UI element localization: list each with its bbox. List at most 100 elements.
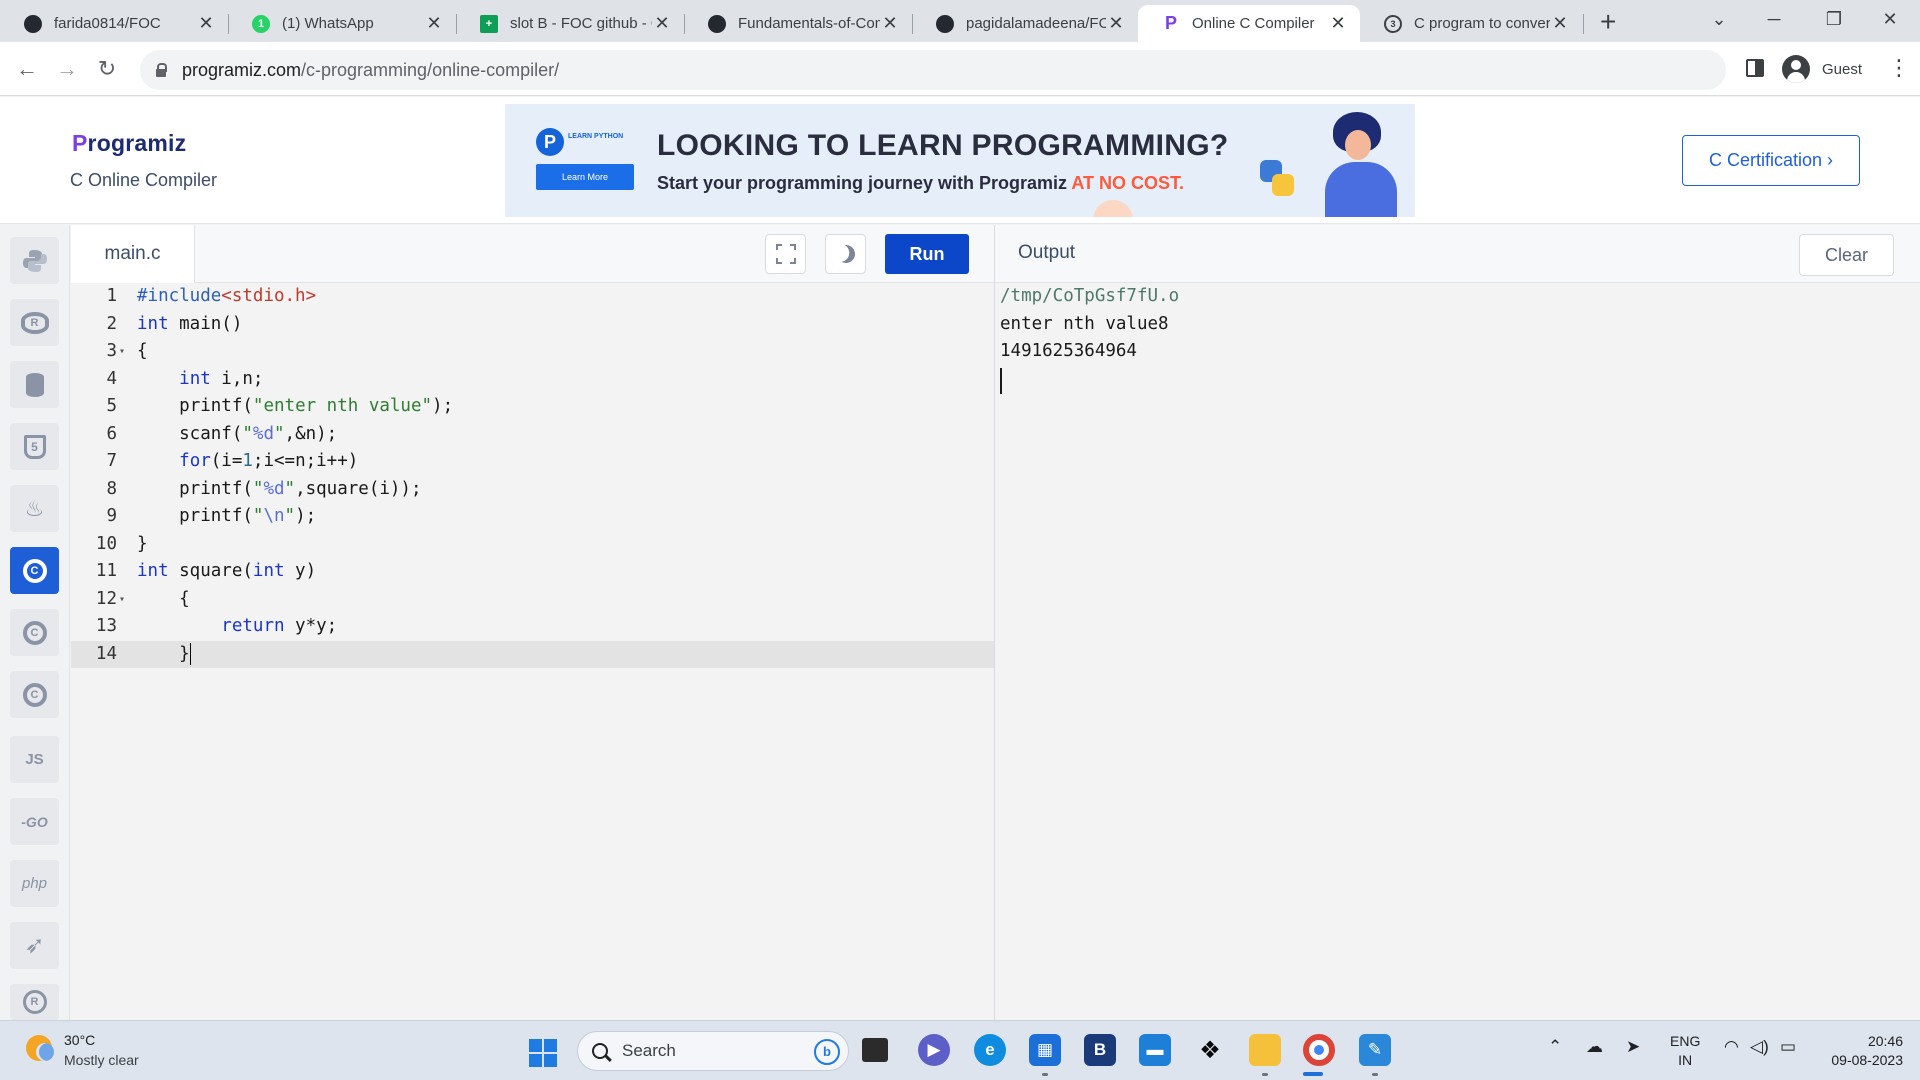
sql-lang-icon[interactable] xyxy=(10,361,59,408)
task-view-icon[interactable] xyxy=(862,1038,888,1062)
csharp-lang-icon[interactable]: C xyxy=(10,671,59,718)
close-icon[interactable]: ✕ xyxy=(880,13,900,34)
dropbox-icon[interactable]: ❖ xyxy=(1194,1034,1226,1066)
tab-search-icon[interactable]: ⌄ xyxy=(1699,4,1739,34)
code-line: 4 int i,n; xyxy=(106,368,264,389)
php-lang-icon[interactable]: php xyxy=(10,860,59,907)
moon-icon xyxy=(834,242,857,265)
onedrive-icon[interactable]: ☁ xyxy=(1586,1037,1603,1057)
code-area[interactable]: 1 #include<stdio.h> 2 int main() 3 ▾{ 4 int… xyxy=(71,283,994,668)
search-placeholder: Search xyxy=(622,1041,676,1060)
code-line: 7 for(i=1;i<=n;i++) xyxy=(106,451,359,471)
banner-headline: LOOKING TO LEARN PROGRAMMING? xyxy=(657,129,1229,162)
js-lang-icon[interactable]: JS xyxy=(10,736,59,783)
b-app-icon[interactable]: B xyxy=(1084,1034,1116,1066)
windows-start-icon[interactable] xyxy=(529,1039,557,1067)
file-tab[interactable]: main.c xyxy=(71,225,195,283)
editor-toolbar: main.c Run xyxy=(71,225,994,283)
browser-toolbar: ← → ↻ programiz.com/c-programming/online… xyxy=(0,42,1920,96)
close-icon[interactable]: ✕ xyxy=(196,13,216,34)
chrome-icon[interactable] xyxy=(1303,1034,1335,1066)
store-icon[interactable]: ▦ xyxy=(1029,1034,1061,1066)
file-explorer-icon[interactable] xyxy=(1249,1034,1281,1066)
teams-chat-icon[interactable]: ▶ xyxy=(918,1034,950,1066)
banner-tagline: Start your programming journey with Prog… xyxy=(657,173,1185,193)
language-indicator[interactable]: ENG IN xyxy=(1670,1032,1700,1070)
browser-tab[interactable]: farida0814/FOC ✕ xyxy=(0,5,228,42)
weather-description[interactable]: Mostly clear xyxy=(64,1052,139,1068)
code-line-current: 14 } xyxy=(71,640,994,668)
page-subtitle: C Online Compiler xyxy=(70,170,218,190)
rust-lang-icon[interactable]: R xyxy=(10,984,59,1020)
volume-icon[interactable]: ◁) xyxy=(1750,1037,1769,1057)
code-line: 3 ▾{ xyxy=(71,338,994,366)
ad-banner[interactable]: P LEARN PYTHON Learn More LOOKING TO LEA… xyxy=(505,104,1415,217)
html-lang-icon[interactable]: 5 xyxy=(10,423,59,470)
fold-icon[interactable]: ▾ xyxy=(119,338,125,366)
reload-icon[interactable]: ↻ xyxy=(92,54,122,84)
python-lang-icon[interactable] xyxy=(10,237,59,284)
output-line: /tmp/CoTpGsf7fU.o xyxy=(1000,286,1180,306)
browser-tab[interactable]: Fundamentals-of-Com ✕ xyxy=(684,5,912,42)
profile-button[interactable]: Guest xyxy=(1778,51,1896,87)
browser-tab-active[interactable]: P Online C Compiler ✕ xyxy=(1138,5,1360,42)
tab-title: Online C Compiler xyxy=(1192,15,1315,32)
java-lang-icon[interactable]: ♨ xyxy=(10,485,59,532)
app-icon[interactable]: ▬ xyxy=(1139,1034,1171,1066)
paint-icon[interactable]: ✎ xyxy=(1359,1034,1391,1066)
close-icon[interactable]: ✕ xyxy=(1328,13,1348,34)
browser-tab[interactable]: 1 (1) WhatsApp ✕ xyxy=(228,5,456,42)
close-icon[interactable]: ✕ xyxy=(1550,13,1570,34)
minimize-icon[interactable]: ─ xyxy=(1754,4,1794,34)
theme-toggle-button[interactable] xyxy=(825,234,866,274)
fold-icon[interactable]: ▾ xyxy=(119,586,125,614)
restore-icon[interactable]: ❐ xyxy=(1814,4,1854,34)
forward-icon[interactable]: → xyxy=(52,54,82,84)
output-line: enter nth value8 xyxy=(1000,313,1169,334)
site-header: Programiz C Online Compiler P LEARN PYTH… xyxy=(0,97,1920,224)
battery-icon[interactable]: ▭ xyxy=(1780,1037,1796,1057)
chevron-up-icon[interactable]: ⌃ xyxy=(1548,1037,1562,1057)
edge-icon[interactable]: e xyxy=(974,1034,1006,1066)
tab-title: farida0814/FOC xyxy=(54,15,161,32)
output-console[interactable]: /tmp/CoTpGsf7fU.o enter nth value8 14916… xyxy=(1000,283,1179,394)
menu-icon[interactable]: ⋮ xyxy=(1888,57,1910,79)
location-icon[interactable]: ➤ xyxy=(1626,1037,1640,1057)
tab-title: C program to convert xyxy=(1414,15,1550,32)
github-icon xyxy=(24,14,42,33)
c-lang-icon[interactable]: C xyxy=(10,547,59,594)
browser-tab[interactable]: 3 C program to convert ✕ xyxy=(1360,5,1582,42)
go-lang-icon[interactable]: -GO xyxy=(10,798,59,845)
window-close-icon[interactable]: ✕ xyxy=(1870,4,1910,34)
close-icon[interactable]: ✕ xyxy=(652,13,672,34)
output-pane: Output Clear /tmp/CoTpGsf7fU.o enter nth… xyxy=(994,225,1920,1020)
system-clock[interactable]: 20:46 09-08-2023 xyxy=(1818,1032,1903,1070)
browser-tab[interactable]: + slot B - FOC github - G ✕ xyxy=(456,5,684,42)
cpp-lang-icon[interactable]: C xyxy=(10,609,59,656)
close-icon[interactable]: ✕ xyxy=(424,13,444,34)
browser-tab[interactable]: pagidalamadeena/FOC ✕ xyxy=(912,5,1138,42)
back-icon[interactable]: ← xyxy=(12,54,42,84)
illustration-icon xyxy=(1315,112,1405,217)
programiz-logo[interactable]: Programiz xyxy=(72,130,186,157)
taskbar-search[interactable]: Search b xyxy=(577,1031,849,1071)
r-lang-icon[interactable]: R xyxy=(10,299,59,346)
run-button[interactable]: Run xyxy=(885,234,969,274)
code-line: 9 printf("\n"); xyxy=(106,506,317,526)
weather-temperature[interactable]: 30°C xyxy=(64,1032,95,1048)
wifi-icon[interactable]: ◠ xyxy=(1724,1037,1739,1057)
address-bar[interactable]: programiz.com/c-programming/online-compi… xyxy=(140,50,1726,90)
bing-icon[interactable]: b xyxy=(814,1039,840,1065)
learn-more-button[interactable]: Learn More xyxy=(536,164,634,190)
fullscreen-icon xyxy=(775,244,796,264)
side-panel-icon[interactable] xyxy=(1746,59,1764,77)
code-line: 2 int main() xyxy=(106,313,243,334)
swift-lang-icon[interactable]: ➶ xyxy=(10,922,59,969)
text-caret xyxy=(189,642,191,665)
clear-button[interactable]: Clear xyxy=(1799,234,1894,276)
close-icon[interactable]: ✕ xyxy=(1106,13,1126,34)
fullscreen-button[interactable] xyxy=(765,234,806,274)
certification-button[interactable]: C Certification › xyxy=(1682,135,1860,186)
new-tab-icon[interactable]: + xyxy=(1600,8,1616,36)
weather-icon[interactable] xyxy=(26,1035,54,1061)
